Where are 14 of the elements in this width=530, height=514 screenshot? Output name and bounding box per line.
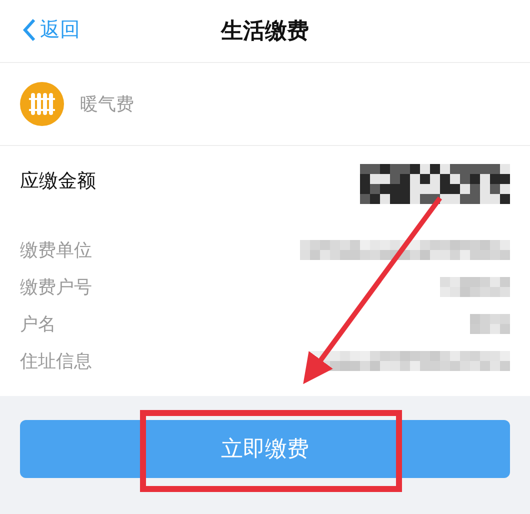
detail-label: 缴费户号 xyxy=(20,276,92,298)
page-title: 生活缴费 xyxy=(221,18,309,46)
detail-label: 户名 xyxy=(20,312,56,336)
category-name: 暖气费 xyxy=(80,93,134,116)
back-icon xyxy=(22,18,36,42)
radiator-icon xyxy=(20,82,64,126)
redacted-value xyxy=(440,276,510,296)
back-label[interactable]: 返回 xyxy=(40,16,80,43)
back-button[interactable]: 返回 xyxy=(22,16,80,43)
redacted-value xyxy=(470,314,510,334)
pay-now-button[interactable]: 立即缴费 xyxy=(20,420,510,478)
amount-label: 应缴金额 xyxy=(20,169,96,194)
detail-label: 缴费单位 xyxy=(20,238,92,262)
detail-label: 住址信息 xyxy=(20,350,92,372)
